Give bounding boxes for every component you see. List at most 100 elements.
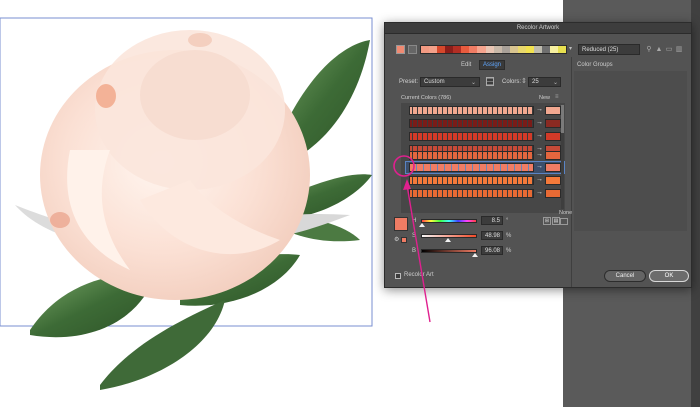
current-color-bar[interactable] [409,163,534,172]
slider-thumb[interactable] [471,253,478,257]
slider-unit: % [506,248,512,254]
colors-count-value: 25 [532,79,539,85]
arrow-right-icon[interactable]: → [536,176,544,185]
slider-track[interactable] [421,219,477,223]
chevron-down-icon: ⌄ [470,80,476,86]
harmony-swatch[interactable] [461,46,470,53]
new-color-swatch[interactable] [545,106,561,115]
save-changes-icon[interactable]: ▲ [655,45,663,54]
arrow-right-icon[interactable]: → [536,163,544,172]
recolor-art-label: Recolor Art [404,272,434,278]
current-color-bar[interactable] [409,132,534,141]
rows-scrollbar-thumb[interactable] [561,105,564,133]
current-color-bar[interactable] [409,176,534,185]
dialog-title: Recolor Artwork [516,25,560,31]
tab-assign[interactable]: Assign [479,60,506,70]
new-color-group-icon[interactable]: ▭ [665,45,673,54]
selected-new-color-swatch[interactable] [394,217,408,231]
harmony-swatch[interactable] [501,46,510,53]
harmony-swatch[interactable] [469,46,478,53]
merge-colors-icon[interactable]: ⊞ [543,217,551,225]
recolor-art-checkbox[interactable] [395,273,401,279]
harmony-swatch[interactable] [525,46,534,53]
harmony-swatch[interactable] [550,46,559,53]
preset-label: Preset: [399,79,419,85]
harmony-swatch[interactable] [533,46,542,53]
color-row[interactable]: → [405,176,561,185]
none-colors-icon[interactable] [560,218,568,225]
arrow-right-icon[interactable]: → [536,132,544,141]
cancel-button[interactable]: Cancel [604,270,646,282]
slider-unit: % [506,233,512,239]
new-color-swatch[interactable] [545,119,561,128]
chevron-down-icon[interactable]: ▾ [569,45,577,54]
color-row[interactable]: → [405,151,561,160]
harmony-swatch[interactable] [541,46,550,53]
color-groups-label: Color Groups [577,62,613,68]
slider-thumb[interactable] [445,238,452,242]
colors-count-field[interactable]: 25 ⌄ [528,77,561,87]
harmony-swatch[interactable] [493,46,502,53]
current-color-bar[interactable] [409,151,534,160]
color-groups-panel[interactable] [574,71,687,231]
color-row[interactable]: → [405,132,561,141]
panel-divider [571,57,572,287]
color-group-name-field[interactable]: Reduced (25) [578,44,640,55]
current-color-bar[interactable] [409,119,534,128]
harmony-swatch[interactable] [485,46,494,53]
new-color-swatch[interactable] [545,151,561,160]
slider-label: H [412,218,417,224]
harmony-swatch[interactable] [558,46,567,53]
colors-label: Colors: [502,79,522,85]
recolor-artwork-dialog: Recolor Artwork ▾ Reduced (25) ⚲ ▲ ▭ ▥ E… [384,22,692,288]
tab-edit[interactable]: Edit [461,62,471,68]
current-color-bar[interactable] [409,189,534,198]
preset-select[interactable]: Custom ⌄ [420,77,480,87]
ok-button[interactable]: OK [649,270,689,282]
new-color-swatch[interactable] [545,176,561,185]
harmony-swatch[interactable] [453,46,462,53]
eyedropper-icon[interactable]: ⚲ [645,45,653,54]
harmony-rule-icon[interactable] [408,45,417,54]
slider-value-field[interactable]: 96.08 [481,246,503,255]
harmony-swatch[interactable] [517,46,526,53]
arrow-right-icon[interactable]: → [536,189,544,198]
harmony-swatch[interactable] [445,46,454,53]
harmony-swatch[interactable] [437,46,446,53]
arrow-right-icon[interactable]: → [536,106,544,115]
gear-icon[interactable]: ⚙ [394,236,399,243]
rose-artwork [0,17,373,390]
none-label: None [559,210,573,216]
new-color-swatch[interactable] [545,132,561,141]
harmony-swatch[interactable] [509,46,518,53]
new-colors-label: New [539,95,551,101]
color-row[interactable]: → [405,163,561,172]
slider-track[interactable] [421,249,477,253]
preset-value: Custom [424,79,445,85]
color-row[interactable]: → [405,119,561,128]
preset-options-icon[interactable] [486,77,494,86]
color-row[interactable]: → [405,189,561,198]
slider-value-field[interactable]: 48.98 [481,231,503,240]
harmony-color-strip[interactable] [420,45,567,54]
harmony-swatch[interactable] [477,46,486,53]
new-color-swatch[interactable] [545,189,561,198]
panel-collapse-strip[interactable] [691,0,700,407]
active-color-swatch[interactable] [396,45,405,54]
delete-color-group-icon[interactable]: ▥ [675,45,683,54]
harmony-swatch[interactable] [429,46,438,53]
color-row[interactable]: → [405,106,561,115]
stepper-icon[interactable]: ⇕ [521,77,527,85]
arrow-right-icon[interactable]: → [536,151,544,160]
slider-value-field[interactable]: 8.5 [481,216,503,225]
harmony-swatch[interactable] [421,46,430,53]
new-color-swatch[interactable] [545,163,561,172]
new-row-icon[interactable]: ▤ [552,217,560,225]
arrow-right-icon[interactable]: → [536,119,544,128]
chevron-down-icon: ⌄ [552,80,558,86]
current-colors-label: Current Colors (786) [401,95,452,101]
dialog-titlebar[interactable]: Recolor Artwork [385,23,691,34]
current-color-bar[interactable] [409,106,534,115]
menu-icon[interactable]: ≡ [555,94,559,100]
slider-thumb[interactable] [419,223,426,227]
